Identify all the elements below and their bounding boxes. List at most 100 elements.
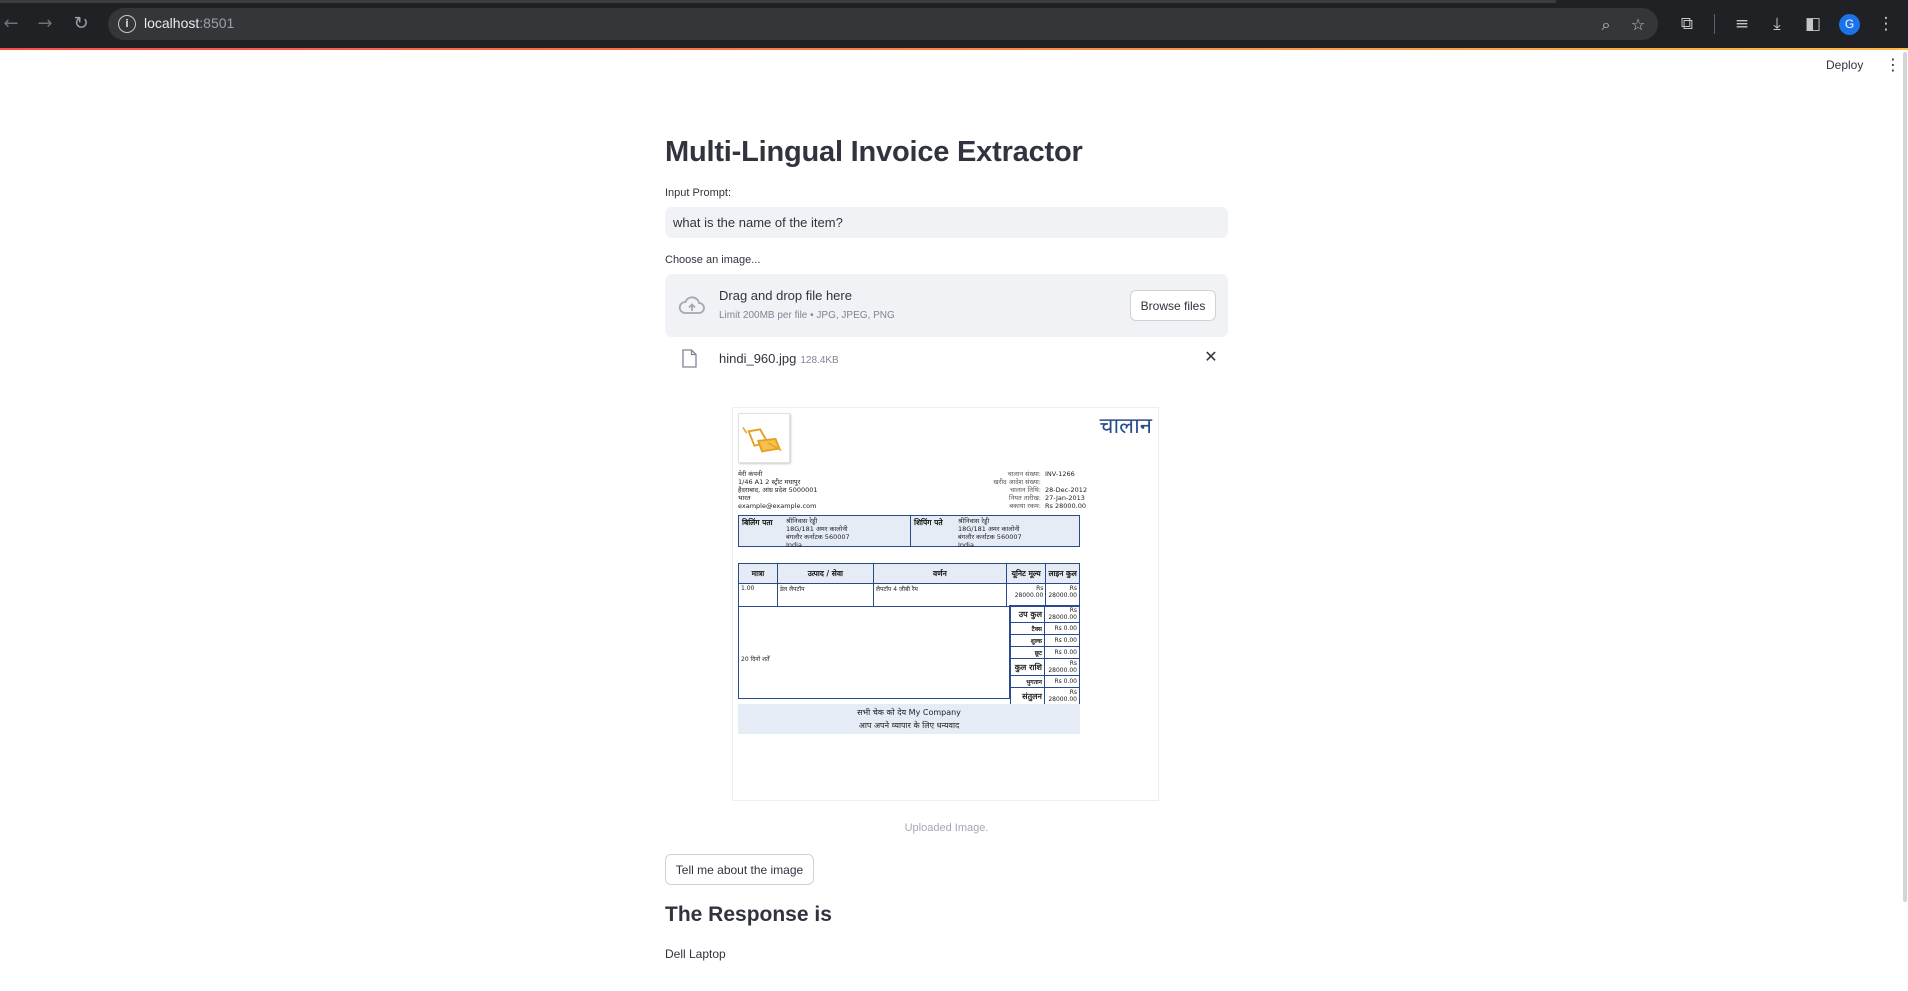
meta-value: Rs 28000.00 [1045,502,1086,510]
column-header: उत्पाद / सेवा [776,563,874,584]
prompt-input[interactable] [665,207,1228,238]
menu-icon[interactable]: ⋮ [1875,13,1897,35]
cell-product: डेल लैपटॉप [776,583,874,607]
browse-files-button[interactable]: Browse files [1130,290,1216,321]
footer-line: आप अपने व्यापार के लिए धन्यवाद [858,721,960,730]
cell-qty: 1.00 [738,583,778,607]
table-row: 1.00 डेल लैपटॉप लैपटॉप 4 जीबी रैम Rs 280… [738,583,1080,607]
company-line: 1/46 A1 2 स्ट्रीट मधापुर [738,478,801,486]
billing-address: बिलिंग पता श्रीनिवास रेड्डी 18G/181 अमर … [739,516,910,549]
file-name: hindi_960.jpg 128.4KB [719,351,839,366]
page-title: Multi-Lingual Invoice Extractor [665,136,1083,168]
totals-table: उप कुल Rs 28000.00 टैक्स Rs 0.00 शुल्क Rs 0… [1010,605,1080,705]
bookmark-star-icon[interactable]: ☆ [1629,16,1647,34]
cell-line-total: Rs 28000.00 [1045,583,1080,607]
url-text[interactable]: localhost:8501 [144,15,234,31]
billing-line: India [786,541,802,549]
download-icon[interactable]: ⤓ [1766,13,1788,35]
media-icon[interactable]: ≡ [1731,13,1753,35]
totals-row: शुल्क Rs 0.00 [1010,634,1080,647]
app-top-decoration [0,48,1908,50]
company-line: मेरी कंपनी [738,470,763,478]
scrollbar[interactable] [1903,52,1907,902]
shipping-label: शिपिंग पते [914,518,943,527]
totals-row: उप कुल Rs 28000.00 [1010,605,1080,623]
meta-key: चालान संख्या: [1007,470,1041,478]
side-panel-icon[interactable]: ◧ [1802,13,1824,35]
response-heading: The Response is [665,903,832,926]
billing-line: 18G/181 अमर कालोनी [786,525,848,533]
total-value: Rs 28000.00 [1044,605,1080,623]
total-key: संतुलन [1010,687,1045,705]
forward-icon[interactable]: → [34,13,56,35]
site-info-icon[interactable]: i [118,15,136,33]
address-bar[interactable]: i localhost:8501 ⌕ ☆ [108,8,1658,40]
column-header: वर्णन [872,563,1007,584]
url-host: localhost [144,15,200,31]
shipping-line: 18G/181 अमर कालोनी [958,525,1020,533]
response-text: Dell Laptop [665,947,726,961]
meta-key: खरीद आदेश संख्या: [993,478,1041,486]
total-key: भुगतान [1010,675,1045,688]
total-key: शुल्क [1010,634,1045,647]
billing-line: बंगलौर कर्नाटक 560007 [786,533,850,541]
remove-file-icon[interactable]: ✕ [1202,347,1220,366]
dropzone-limits: Limit 200MB per file • JPG, JPEG, PNG [719,310,895,321]
back-icon[interactable]: ← [0,13,22,35]
total-value: Rs 0.00 [1044,622,1080,635]
address-box: बिलिंग पता श्रीनिवास रेड्डी 18G/181 अमर … [738,515,1081,549]
tab-strip [0,0,1556,3]
browser-toolbar: ← → ↻ i localhost:8501 ⌕ ☆ ⧉ ≡ ⤓ ◧ G ⋮ [0,0,1908,48]
column-header: लाइन कुल [1045,563,1080,584]
deploy-button[interactable]: Deploy [1826,58,1863,72]
file-name-text: hindi_960.jpg [719,351,797,366]
total-key: उप कुल [1010,605,1045,623]
payment-terms: 20 दिनों शर्तें [741,656,770,663]
invoice-footer: सभी चेक को देय My Company आप अपने व्यापा… [738,704,1080,734]
cell-description: लैपटॉप 4 जीबी रैम [872,583,1007,607]
items-table: मात्रा उत्पाद / सेवा वर्णन यूनिट मूल्य ल… [738,563,1080,607]
total-key: कुल राशि [1010,658,1045,676]
shipping-line: श्रीनिवास रेड्डी [958,517,990,525]
total-value: Rs 0.00 [1044,675,1080,688]
logo-icon [742,427,782,453]
column-header: मात्रा [738,563,778,584]
total-value: Rs 28000.00 [1044,687,1080,705]
total-value: Rs 0.00 [1044,634,1080,647]
cell-unit-price: Rs 28000.00 [1005,583,1047,607]
totals-row: संतुलन Rs 28000.00 [1010,687,1080,705]
kebab-menu-icon[interactable]: ⋮ [1885,57,1901,73]
shipping-address: शिपिंग पते श्रीनिवास रेड्डी 18G/181 अमर … [910,516,1081,549]
meta-key: बकाया रकम: [1009,502,1041,510]
invoice-title: चालान [1099,414,1153,439]
company-line: भारत [738,494,751,502]
extensions-icon[interactable]: ⧉ [1676,13,1698,35]
tell-me-button[interactable]: Tell me about the image [665,854,814,885]
reload-icon[interactable]: ↻ [70,13,92,35]
company-logo [738,413,790,463]
uploaded-image: चालान मेरी कंपनी 1/46 A1 2 स्ट्रीट मधापु… [732,407,1159,801]
company-email: example@example.com [738,502,817,510]
totals-row: भुगतान Rs 0.00 [1010,675,1080,688]
meta-key: चालान तिथि: [1010,486,1041,494]
meta-value: INV-1266 [1045,470,1075,478]
shipping-lines: श्रीनिवास रेड्डी 18G/181 अमर कालोनी बंगल… [958,517,1022,549]
footer-line: सभी चेक को देय My Company [857,708,961,717]
total-value: Rs 28000.00 [1044,658,1080,676]
input-label: Input Prompt: [665,187,732,199]
file-dropzone[interactable]: Drag and drop file here Limit 200MB per … [665,274,1228,337]
url-port: :8501 [199,15,235,31]
uploaded-file-row: hindi_960.jpg 128.4KB ✕ [665,347,1228,375]
dropzone-title: Drag and drop file here [719,288,852,303]
zoom-icon[interactable]: ⌕ [1597,16,1615,34]
profile-avatar[interactable]: G [1839,14,1860,35]
terms-area: 20 दिनों शर्तें [738,605,1010,699]
total-key: छूट [1010,646,1045,659]
uploader-label: Choose an image... [665,254,761,266]
billing-label: बिलिंग पता [742,518,773,527]
totals-row: छूट Rs 0.00 [1010,646,1080,659]
company-address: मेरी कंपनी 1/46 A1 2 स्ट्रीट मधापुर हैदर… [738,470,818,510]
totals-row: कुल राशि Rs 28000.00 [1010,658,1080,676]
meta-value: 28-Dec-2012 [1045,486,1088,494]
file-icon [682,349,697,368]
